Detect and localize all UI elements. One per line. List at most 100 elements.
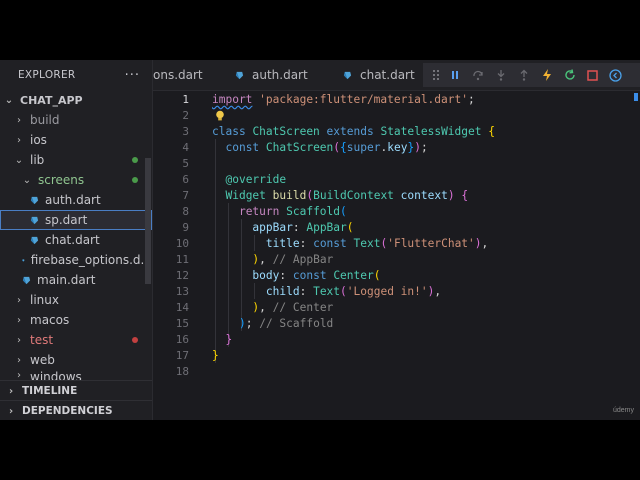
- tree-item-auth-dart[interactable]: auth.dart: [0, 190, 152, 210]
- chevron-right-icon: ›: [8, 385, 14, 397]
- code-line-3: class ChatScreen extends StatelessWidget…: [212, 125, 495, 138]
- scroll-position-marker: [634, 93, 638, 101]
- step-out-icon[interactable]: [512, 63, 535, 87]
- tree-item-sp-dart[interactable]: sp.dart: [0, 210, 152, 230]
- line-number: 2: [182, 109, 189, 122]
- code-line-13: child: Text('Logged in!'),: [265, 285, 442, 298]
- chevron-right-icon: ›: [17, 334, 21, 346]
- step-into-icon[interactable]: [489, 63, 512, 87]
- tab-auth-dart[interactable]: auth.dart: [235, 60, 325, 90]
- tree-item-ios[interactable]: › ios: [0, 130, 152, 150]
- tab-firebase-options[interactable]: ons.dart: [153, 60, 227, 90]
- tree-item-chat-dart[interactable]: chat.dart: [0, 230, 152, 250]
- dart-file-icon: [30, 236, 39, 244]
- line-number: 15: [175, 317, 189, 330]
- code-line-17: }: [212, 349, 219, 362]
- code-line-1: import 'package:flutter/material.dart';: [212, 93, 475, 106]
- error-indicator: [132, 337, 138, 343]
- tab-label: chat.dart: [360, 68, 415, 82]
- dependencies-section[interactable]: › DEPENDENCIES: [0, 400, 152, 420]
- line-number: 3: [182, 125, 189, 138]
- tree-item-macos[interactable]: › macos: [0, 310, 152, 330]
- tree-item-label: build: [30, 113, 60, 127]
- line-number: 9: [182, 221, 189, 234]
- modified-indicator: [132, 177, 138, 183]
- tree-item-label: linux: [30, 293, 59, 307]
- tree-item-lib[interactable]: ⌄ lib: [0, 150, 152, 170]
- dart-file-icon: [22, 276, 31, 284]
- chevron-down-icon: ⌄: [22, 174, 32, 186]
- line-number: 11: [175, 253, 189, 266]
- devtools-icon[interactable]: [604, 63, 627, 87]
- line-number: 4: [182, 141, 189, 154]
- tree-item-label: test: [30, 333, 54, 347]
- code-line-10: title: const Text('FlutterChat'),: [265, 237, 489, 250]
- hot-reload-icon[interactable]: [535, 63, 558, 87]
- pause-icon[interactable]: [443, 63, 466, 87]
- tree-item-web[interactable]: › web: [0, 350, 152, 370]
- tree-item-label: ios: [30, 133, 47, 147]
- explorer-sidebar: EXPLORER ··· ⌄ CHAT_APP › build › ios ⌄ …: [0, 60, 153, 420]
- dart-file-icon: [22, 258, 25, 262]
- code-line-16: }: [225, 333, 233, 346]
- more-actions-icon[interactable]: ···: [125, 68, 140, 83]
- udemy-watermark: údemy: [612, 407, 634, 414]
- modified-indicator: [132, 157, 138, 163]
- chevron-right-icon: ›: [8, 405, 14, 417]
- line-number: 12: [175, 269, 189, 282]
- drag-handle-icon[interactable]: [429, 63, 443, 87]
- chevron-right-icon: ›: [17, 354, 21, 366]
- tree-item-screens[interactable]: ⌄ screens: [0, 170, 152, 190]
- tree-item-main-dart[interactable]: main.dart: [0, 270, 152, 290]
- tree-item-label: macos: [30, 313, 70, 327]
- line-number: 6: [182, 173, 189, 186]
- tree-item-label: firebase_options.d...: [30, 253, 152, 267]
- dart-file-icon: [30, 216, 39, 224]
- explorer-header: EXPLORER ···: [0, 60, 152, 90]
- chevron-right-icon: ›: [17, 294, 21, 306]
- line-number: 7: [182, 189, 189, 202]
- code-line-8: return Scaffold(: [238, 205, 347, 218]
- tab-label: ons.dart: [153, 68, 203, 82]
- dependencies-title: DEPENDENCIES: [22, 405, 113, 417]
- line-number: 8: [182, 205, 189, 218]
- timeline-title: TIMELINE: [22, 385, 78, 397]
- code-line-15: ); // Scaffold: [238, 317, 334, 330]
- chevron-down-icon: ⌄: [4, 94, 14, 106]
- chevron-right-icon: ›: [17, 314, 21, 326]
- tree-item-label: main.dart: [37, 273, 96, 287]
- lightbulb-icon[interactable]: [215, 110, 225, 125]
- tree-item-test[interactable]: › test: [0, 330, 152, 350]
- vscode-window: EXPLORER ··· ⌄ CHAT_APP › build › ios ⌄ …: [0, 60, 640, 420]
- debug-toolbar: [423, 63, 640, 87]
- code-line-11: ), // AppBar: [252, 253, 334, 266]
- timeline-section[interactable]: › TIMELINE: [0, 380, 152, 401]
- project-root-folder[interactable]: ⌄ CHAT_APP: [0, 90, 152, 110]
- tree-item-linux[interactable]: › linux: [0, 290, 152, 310]
- line-number: 13: [175, 285, 189, 298]
- code-line-6: @override: [225, 173, 287, 186]
- tree-item-label: chat.dart: [45, 233, 100, 247]
- restart-icon[interactable]: [558, 63, 581, 87]
- tree-item-firebase-options[interactable]: firebase_options.d...: [0, 250, 152, 270]
- chevron-right-icon: ›: [17, 114, 21, 126]
- sidebar-scrollbar[interactable]: [145, 158, 151, 284]
- tree-item-label: screens: [38, 173, 85, 187]
- explorer-title: EXPLORER: [18, 69, 76, 81]
- line-number: 16: [175, 333, 189, 346]
- code-line-4: const ChatScreen({super.key});: [225, 141, 428, 154]
- step-over-icon[interactable]: [466, 63, 489, 87]
- code-line-9: appBar: AppBar(: [252, 221, 354, 234]
- chevron-down-icon: ⌄: [14, 154, 24, 166]
- code-line-12: body: const Center(: [252, 269, 381, 282]
- line-number: 1: [182, 93, 189, 106]
- tab-chat-dart[interactable]: chat.dart: [343, 60, 433, 90]
- tree-item-label: web: [30, 353, 55, 367]
- stop-icon[interactable]: [581, 63, 604, 87]
- chevron-right-icon: ›: [17, 134, 21, 146]
- tree-item-label: sp.dart: [45, 213, 88, 227]
- tree-item-build[interactable]: › build: [0, 110, 152, 130]
- line-number: 10: [175, 237, 189, 250]
- code-editor[interactable]: 1 2 3 4 5 6 7 8 9 10 11 12 13 14 15 16 1…: [153, 91, 640, 420]
- line-number: 18: [175, 365, 189, 378]
